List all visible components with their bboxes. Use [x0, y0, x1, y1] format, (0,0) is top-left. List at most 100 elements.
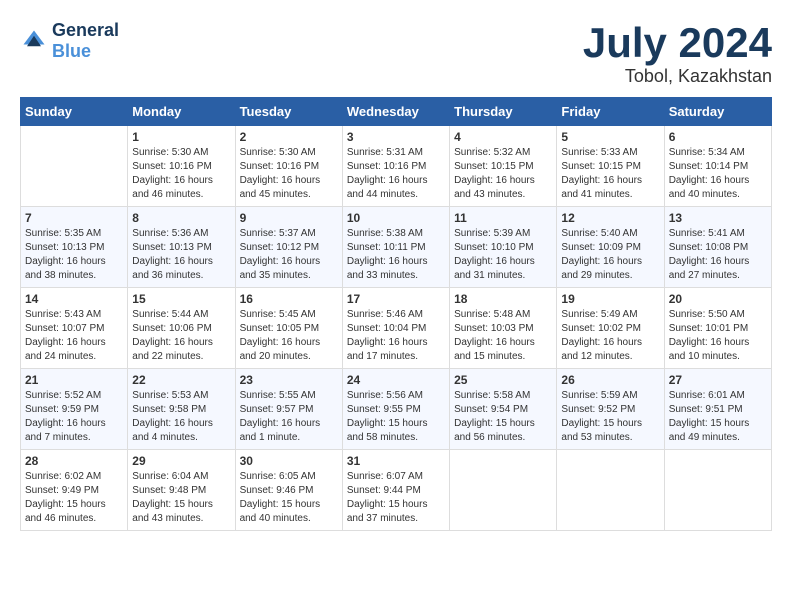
calendar-week-row: 1 Sunrise: 5:30 AMSunset: 10:16 PMDayligh… — [21, 126, 772, 207]
sunset-text: Sunset: 9:51 PM — [669, 403, 767, 417]
calendar-cell: 18 Sunrise: 5:48 AMSunset: 10:03 PMDaylig… — [450, 288, 557, 369]
daylight-text: Daylight: 15 hours and 46 minutes. — [25, 498, 123, 526]
day-number: 3 — [347, 130, 445, 144]
sunrise-text: Sunrise: 5:41 AM — [669, 227, 767, 241]
sunrise-text: Sunrise: 5:48 AM — [454, 308, 552, 322]
weekday-header: Tuesday — [235, 98, 342, 126]
cell-content: Sunrise: 6:04 AMSunset: 9:48 PMDaylight:… — [132, 470, 230, 526]
weekday-header: Thursday — [450, 98, 557, 126]
sunset-text: Sunset: 10:15 PM — [561, 160, 659, 174]
sunset-text: Sunset: 9:46 PM — [240, 484, 338, 498]
day-number: 14 — [25, 292, 123, 306]
sunrise-text: Sunrise: 5:30 AM — [132, 146, 230, 160]
sunrise-text: Sunrise: 5:58 AM — [454, 389, 552, 403]
title-block: July 2024 Tobol, Kazakhstan — [583, 20, 772, 87]
cell-content: Sunrise: 5:48 AMSunset: 10:03 PMDaylight… — [454, 308, 552, 364]
daylight-text: Daylight: 16 hours and 45 minutes. — [240, 174, 338, 202]
logo-text: General Blue — [52, 20, 119, 62]
cell-content: Sunrise: 5:58 AMSunset: 9:54 PMDaylight:… — [454, 389, 552, 445]
logo: General Blue — [20, 20, 119, 62]
location: Tobol, Kazakhstan — [583, 66, 772, 87]
day-number: 28 — [25, 454, 123, 468]
day-number: 18 — [454, 292, 552, 306]
daylight-text: Daylight: 16 hours and 41 minutes. — [561, 174, 659, 202]
month-title: July 2024 — [583, 20, 772, 66]
day-number: 13 — [669, 211, 767, 225]
calendar-cell: 4Sunrise: 5:32 AMSunset: 10:15 PMDayligh… — [450, 126, 557, 207]
sunset-text: Sunset: 10:06 PM — [132, 322, 230, 336]
calendar-cell: 22Sunrise: 5:53 AMSunset: 9:58 PMDayligh… — [128, 369, 235, 450]
cell-content: Sunrise: 5:49 AMSunset: 10:02 PMDaylight… — [561, 308, 659, 364]
cell-content: Sunrise: 5:55 AMSunset: 9:57 PMDaylight:… — [240, 389, 338, 445]
calendar-cell: 21Sunrise: 5:52 AMSunset: 9:59 PMDayligh… — [21, 369, 128, 450]
day-number: 12 — [561, 211, 659, 225]
sunrise-text: Sunrise: 5:37 AM — [240, 227, 338, 241]
day-number: 6 — [669, 130, 767, 144]
sunrise-text: Sunrise: 6:01 AM — [669, 389, 767, 403]
sunset-text: Sunset: 10:02 PM — [561, 322, 659, 336]
calendar-cell: 13Sunrise: 5:41 AMSunset: 10:08 PMDaylig… — [664, 207, 771, 288]
calendar-cell: 24Sunrise: 5:56 AMSunset: 9:55 PMDayligh… — [342, 369, 449, 450]
cell-content: Sunrise: 5:30 AMSunset: 10:16 PMDaylight… — [240, 146, 338, 202]
cell-content: Sunrise: 5:32 AMSunset: 10:15 PMDaylight… — [454, 146, 552, 202]
sunset-text: Sunset: 10:13 PM — [25, 241, 123, 255]
day-number: 25 — [454, 373, 552, 387]
daylight-text: Daylight: 15 hours and 56 minutes. — [454, 417, 552, 445]
cell-content: Sunrise: 5:50 AMSunset: 10:01 PMDaylight… — [669, 308, 767, 364]
cell-content: Sunrise: 6:07 AMSunset: 9:44 PMDaylight:… — [347, 470, 445, 526]
sunset-text: Sunset: 9:49 PM — [25, 484, 123, 498]
sunrise-text: Sunrise: 5:31 AM — [347, 146, 445, 160]
calendar-cell: 20Sunrise: 5:50 AMSunset: 10:01 PMDaylig… — [664, 288, 771, 369]
weekday-header: Saturday — [664, 98, 771, 126]
day-number: 8 — [132, 211, 230, 225]
cell-content: Sunrise: 5:53 AMSunset: 9:58 PMDaylight:… — [132, 389, 230, 445]
cell-content: Sunrise: 6:02 AMSunset: 9:49 PMDaylight:… — [25, 470, 123, 526]
calendar-cell — [664, 450, 771, 531]
weekday-header: Monday — [128, 98, 235, 126]
sunset-text: Sunset: 10:13 PM — [132, 241, 230, 255]
cell-content: Sunrise: 5:40 AMSunset: 10:09 PMDaylight… — [561, 227, 659, 283]
weekday-header: Friday — [557, 98, 664, 126]
sunset-text: Sunset: 9:54 PM — [454, 403, 552, 417]
day-number: 10 — [347, 211, 445, 225]
daylight-text: Daylight: 15 hours and 58 minutes. — [347, 417, 445, 445]
daylight-text: Daylight: 16 hours and 40 minutes. — [669, 174, 767, 202]
sunrise-text: Sunrise: 5:55 AM — [240, 389, 338, 403]
cell-content: Sunrise: 5:34 AMSunset: 10:14 PMDaylight… — [669, 146, 767, 202]
daylight-text: Daylight: 15 hours and 40 minutes. — [240, 498, 338, 526]
cell-content: Sunrise: 5:56 AMSunset: 9:55 PMDaylight:… — [347, 389, 445, 445]
daylight-text: Daylight: 16 hours and 27 minutes. — [669, 255, 767, 283]
calendar-cell: 23Sunrise: 5:55 AMSunset: 9:57 PMDayligh… — [235, 369, 342, 450]
weekday-header: Sunday — [21, 98, 128, 126]
day-number: 7 — [25, 211, 123, 225]
sunrise-text: Sunrise: 5:49 AM — [561, 308, 659, 322]
sunrise-text: Sunrise: 6:05 AM — [240, 470, 338, 484]
cell-content: Sunrise: 6:01 AMSunset: 9:51 PMDaylight:… — [669, 389, 767, 445]
sunrise-text: Sunrise: 5:50 AM — [669, 308, 767, 322]
sunset-text: Sunset: 10:03 PM — [454, 322, 552, 336]
day-number: 17 — [347, 292, 445, 306]
cell-content: Sunrise: 5:43 AMSunset: 10:07 PMDaylight… — [25, 308, 123, 364]
daylight-text: Daylight: 15 hours and 49 minutes. — [669, 417, 767, 445]
calendar-cell: 15Sunrise: 5:44 AMSunset: 10:06 PMDaylig… — [128, 288, 235, 369]
sunset-text: Sunset: 10:09 PM — [561, 241, 659, 255]
sunset-text: Sunset: 10:07 PM — [25, 322, 123, 336]
day-number: 5 — [561, 130, 659, 144]
calendar-cell — [450, 450, 557, 531]
day-number: 1 — [132, 130, 230, 144]
cell-content: Sunrise: 5:35 AMSunset: 10:13 PMDaylight… — [25, 227, 123, 283]
calendar-cell: 29Sunrise: 6:04 AMSunset: 9:48 PMDayligh… — [128, 450, 235, 531]
daylight-text: Daylight: 16 hours and 36 minutes. — [132, 255, 230, 283]
sunrise-text: Sunrise: 5:43 AM — [25, 308, 123, 322]
daylight-text: Daylight: 16 hours and 38 minutes. — [25, 255, 123, 283]
sunset-text: Sunset: 9:48 PM — [132, 484, 230, 498]
calendar-cell: 11Sunrise: 5:39 AMSunset: 10:10 PMDaylig… — [450, 207, 557, 288]
daylight-text: Daylight: 16 hours and 15 minutes. — [454, 336, 552, 364]
sunset-text: Sunset: 9:55 PM — [347, 403, 445, 417]
sunrise-text: Sunrise: 5:38 AM — [347, 227, 445, 241]
day-number: 30 — [240, 454, 338, 468]
calendar-cell: 1Sunrise: 5:30 AMSunset: 10:16 PMDayligh… — [128, 126, 235, 207]
cell-content: Sunrise: 5:39 AMSunset: 10:10 PMDaylight… — [454, 227, 552, 283]
daylight-text: Daylight: 16 hours and 44 minutes. — [347, 174, 445, 202]
sunrise-text: Sunrise: 5:40 AM — [561, 227, 659, 241]
